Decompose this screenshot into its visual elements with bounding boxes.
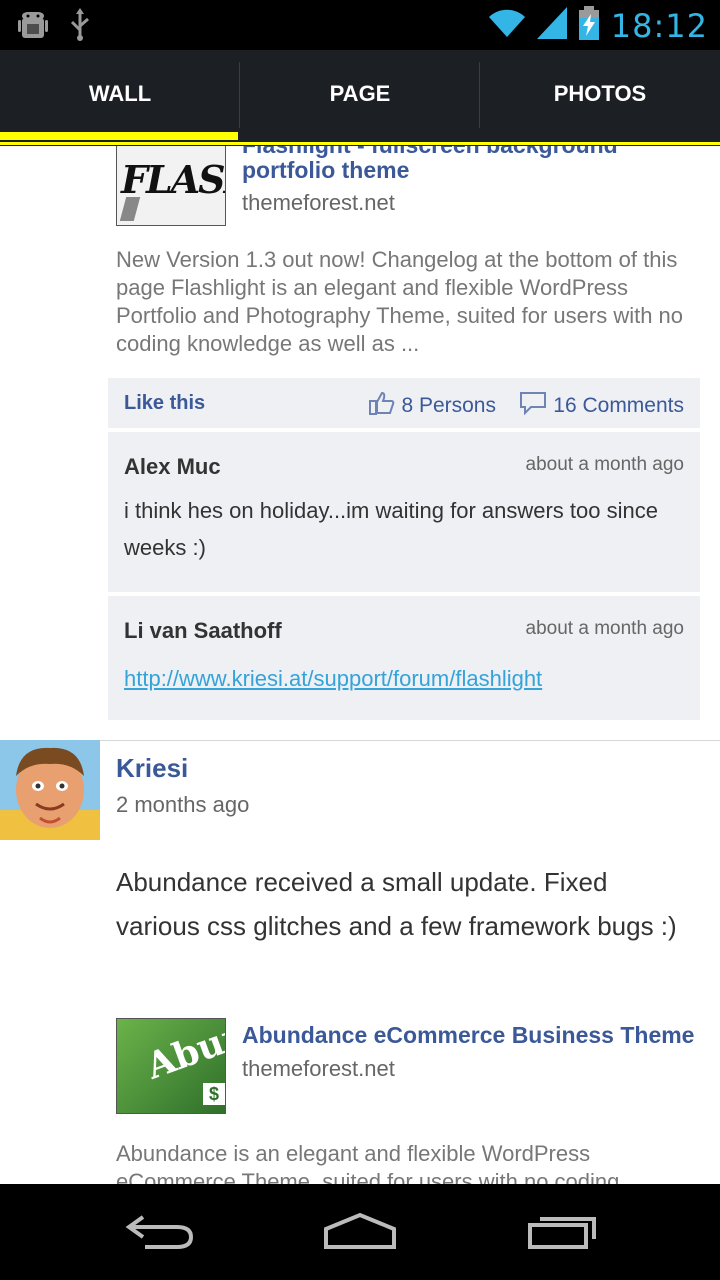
thumbs-up-icon <box>369 391 395 421</box>
post-actions-bar: Like this 8 Persons 16 Comments <box>108 378 700 428</box>
navigation-bar <box>0 1184 720 1280</box>
back-button[interactable] <box>110 1206 210 1260</box>
link-title[interactable]: Abundance eCommerce Business Theme <box>242 1020 694 1050</box>
dollar-icon: $ <box>203 1083 225 1105</box>
clock: 18:12 <box>610 6 708 45</box>
recent-apps-button[interactable] <box>512 1206 612 1260</box>
thumbnail-text: FLASHL <box>121 157 225 202</box>
selected-tab-indicator <box>0 132 238 140</box>
likes-count[interactable]: 8 Persons <box>369 391 496 421</box>
battery-charging-icon <box>577 6 601 45</box>
tab-photos[interactable]: PHOTOS <box>480 50 720 138</box>
comment-text: i think hes on holiday...im waiting for … <box>124 498 658 560</box>
signal-icon <box>536 7 567 44</box>
tab-underline <box>0 142 720 145</box>
status-bar: 18:12 <box>0 0 720 50</box>
wall-feed[interactable]: FLASHL Flashlight - fullscreen backgroun… <box>0 146 720 1184</box>
likes-count-label: 8 Persons <box>401 394 496 417</box>
link-thumbnail[interactable]: Abun $ <box>116 1018 226 1114</box>
comment-time: about a month ago <box>525 454 684 475</box>
usb-icon <box>68 8 92 47</box>
comments-count[interactable]: 16 Comments <box>519 391 684 421</box>
comment-item: Li van Saathoff about a month ago http:/… <box>108 596 700 720</box>
link-description: Abundance is an elegant and flexible Wor… <box>116 1141 620 1184</box>
wifi-icon <box>487 7 527 44</box>
post-divider <box>0 740 720 741</box>
avatar[interactable] <box>0 740 100 840</box>
link-domain: themeforest.net <box>242 190 395 215</box>
comment-author[interactable]: Alex Muc <box>124 454 221 480</box>
comment-author[interactable]: Li van Saathoff <box>124 618 282 644</box>
comments-count-label: 16 Comments <box>553 394 684 417</box>
post-text: Abundance received a small update. Fixed… <box>116 867 677 941</box>
android-debug-icon <box>18 8 48 47</box>
home-button[interactable] <box>310 1206 410 1260</box>
tab-page[interactable]: PAGE <box>240 50 480 138</box>
comment-link[interactable]: http://www.kriesi.at/support/forum/flash… <box>124 666 542 692</box>
comment-bubble-icon <box>519 391 547 421</box>
tab-bar: WALL PAGE PHOTOS <box>0 50 720 146</box>
post-author[interactable]: Kriesi <box>116 753 188 784</box>
home-icon <box>322 1211 398 1256</box>
back-icon <box>125 1211 195 1256</box>
link-title[interactable]: portfolio theme <box>242 155 409 185</box>
post-time: 2 months ago <box>116 792 250 817</box>
comment-item: Alex Muc about a month ago i think hes o… <box>108 432 700 592</box>
comment-time: about a month ago <box>525 618 684 639</box>
like-this-button[interactable]: Like this <box>124 392 205 415</box>
recent-apps-icon <box>526 1211 598 1256</box>
tab-wall[interactable]: WALL <box>0 50 240 138</box>
link-domain: themeforest.net <box>242 1056 395 1081</box>
link-description: New Version 1.3 out now! Changelog at th… <box>116 247 684 356</box>
link-thumbnail[interactable]: FLASHL <box>116 146 226 226</box>
